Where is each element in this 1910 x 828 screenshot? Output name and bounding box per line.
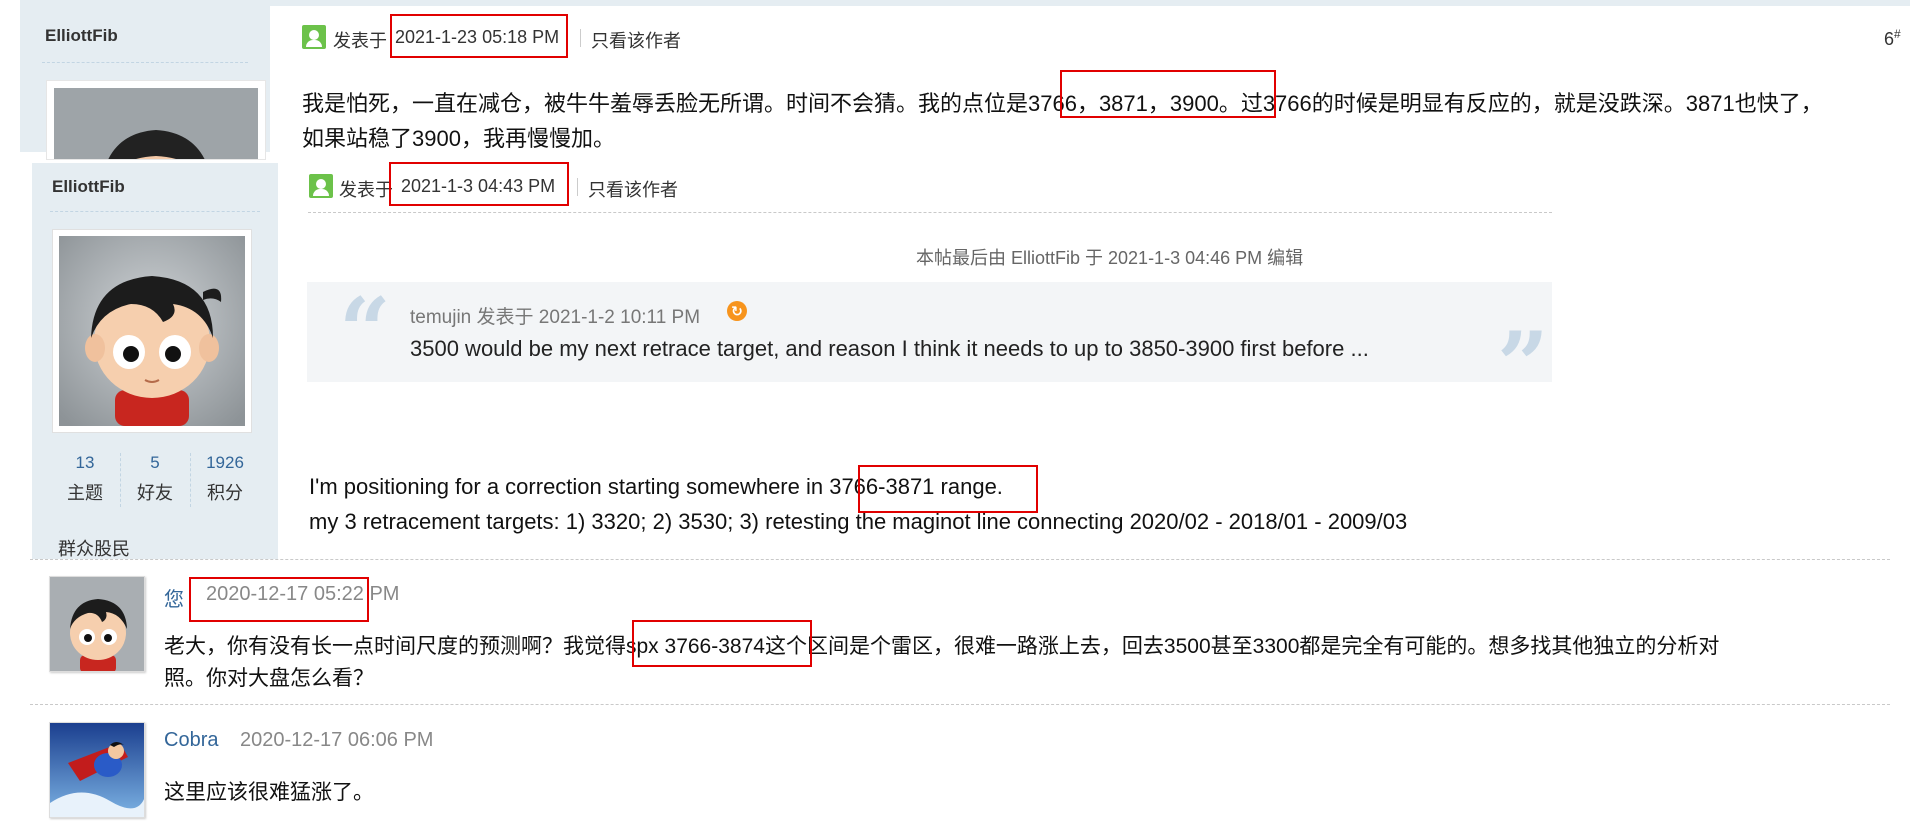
post-top-author-name[interactable]: ElliottFib: [45, 26, 118, 46]
quote-block: “ ” temujin 发表于 2021-1-2 10:11 PM ↻ 3500…: [307, 278, 1552, 410]
stat-friends-value: 5: [150, 453, 160, 472]
post-top-avatar[interactable]: [46, 80, 266, 160]
divider: [30, 559, 1890, 560]
posted-label: 发表于: [333, 31, 387, 51]
only-author-link[interactable]: 只看该作者: [588, 176, 678, 202]
stat-threads-label: 主题: [67, 483, 103, 503]
quote-open-icon: “: [339, 278, 391, 384]
divider: [577, 178, 578, 196]
stat-points-value: 1926: [206, 453, 244, 472]
post-main-author-name[interactable]: ElliottFib: [52, 177, 125, 197]
comment-avatar[interactable]: [49, 722, 145, 818]
avatar-face-icon: [50, 577, 144, 671]
comment-time: 2020-12-17 05:22 PM: [206, 583, 400, 605]
superhero-avatar-icon: [50, 723, 144, 817]
comment-text-line: 照。你对大盘怎么看？: [164, 667, 374, 690]
stat-points[interactable]: 1926 积分: [190, 453, 260, 505]
comment-text-line: 这里应该很难猛涨了。: [164, 781, 374, 804]
quote-close-icon: ”: [1497, 312, 1549, 418]
post-top-body-line: 我是怕死，一直在减仓，被牛牛羞辱丢脸无所谓。时间不会猜。我的点位是3766，38…: [302, 91, 1823, 116]
post-main-author-panel: ElliottFib 13 主题 5 好友 1926 积分 群众股民: [32, 163, 278, 559]
floor-number-value: 6: [1884, 29, 1895, 49]
divider: [42, 62, 248, 63]
divider: [30, 704, 1890, 705]
user-rank: 群众股民: [58, 539, 130, 559]
divider: [50, 211, 260, 212]
stat-points-label: 积分: [207, 483, 243, 503]
comment-author[interactable]: Cobra: [164, 729, 218, 752]
edit-note: 本帖最后由 ElliottFib 于 2021-1-3 04:46 PM 编辑: [916, 248, 1304, 268]
avatar-face-icon: [59, 236, 245, 426]
avatar-image: [54, 88, 258, 159]
avatar-face-icon: [54, 88, 258, 159]
divider: [580, 29, 581, 47]
post-main-body-line: my 3 retracement targets: 1) 3320; 2) 35…: [309, 509, 1408, 534]
post-top-time: 2021-1-23 05:18 PM: [395, 27, 560, 47]
quote-author: temujin 发表于 2021-1-2 10:11 PM: [410, 307, 701, 328]
comment-author[interactable]: 您: [164, 583, 184, 612]
stat-friends[interactable]: 5 好友: [120, 453, 190, 505]
user-online-icon: [302, 25, 326, 49]
post-top-author-panel: ElliottFib: [20, 0, 270, 160]
post-top-bar: [20, 0, 1910, 6]
comment-time: 2020-12-17 06:06 PM: [240, 729, 434, 751]
divider: [308, 212, 1552, 213]
comment-avatar[interactable]: [49, 576, 145, 672]
stat-threads-value: 13: [75, 453, 95, 472]
user-stats: 13 主题 5 好友 1926 积分: [50, 453, 260, 513]
only-author-link[interactable]: 只看该作者: [591, 27, 681, 53]
floor-number: 6#: [1884, 27, 1901, 50]
post-top-body-line: 如果站稳了3900，我再慢慢加。: [302, 126, 615, 151]
posted-label: 发表于: [339, 180, 393, 200]
post-main-avatar[interactable]: [52, 229, 252, 433]
floor-suffix: #: [1894, 27, 1901, 41]
back-arrow-icon[interactable]: ↻: [727, 301, 747, 321]
stat-threads[interactable]: 13 主题: [50, 453, 120, 505]
user-online-icon: [309, 174, 333, 198]
stat-friends-label: 好友: [137, 483, 173, 503]
post-main-body-line: I'm positioning for a correction startin…: [309, 474, 1003, 499]
post-main-time: 2021-1-3 04:43 PM: [401, 176, 556, 196]
quote-text: 3500 would be my next retrace target, an…: [410, 336, 1369, 361]
comment-text-line: 老大，你有没有长一点时间尺度的预测啊？我觉得spx 3766-3874这个区间是…: [164, 635, 1720, 658]
